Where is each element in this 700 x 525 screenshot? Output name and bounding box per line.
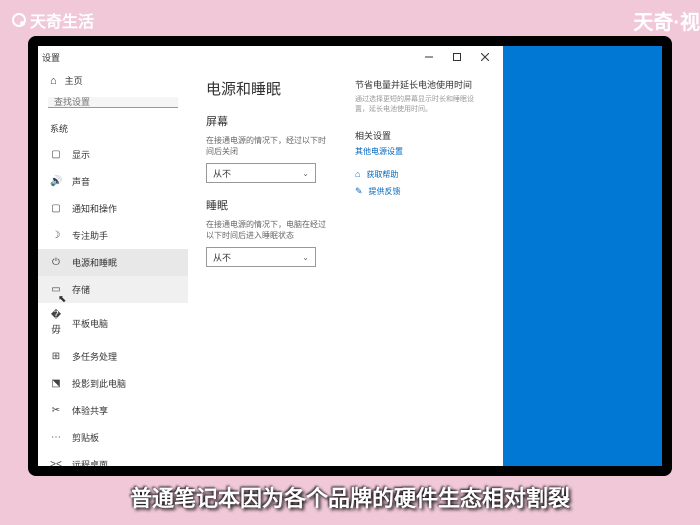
nav-label: 投影到此电脑 xyxy=(72,377,126,390)
side-panel: 节省电量并延长电池使用时间 通过选择更短的屏幕显示时长和睡眠设置，延长电池使用时… xyxy=(355,78,485,456)
nav-icon: ☽ xyxy=(50,230,62,241)
nav-label: 专注助手 xyxy=(72,229,108,242)
nav-label: 声音 xyxy=(72,175,90,188)
nav-label: 体验共享 xyxy=(72,404,108,417)
nav-label: 电源和睡眠 xyxy=(72,256,117,269)
nav-icon: ✂ xyxy=(50,405,62,416)
sidebar-item-9[interactable]: ✂ 体验共享 xyxy=(38,397,188,424)
sidebar-item-4[interactable]: ⏻ 电源和睡眠 xyxy=(38,249,188,276)
home-label: 主页 xyxy=(65,74,83,87)
watermark-right: 天奇·视 xyxy=(633,6,700,35)
sleep-heading: 睡眠 xyxy=(206,197,331,213)
chevron-down-icon: ⌄ xyxy=(302,169,309,178)
chevron-down-icon: ⌄ xyxy=(302,253,309,262)
category-label: 系统 xyxy=(38,116,188,141)
window-controls xyxy=(415,46,499,68)
related-link[interactable]: 其他电源设置 xyxy=(355,146,485,157)
content-area: 电源和睡眠 屏幕 在接通电源的情况下，经过以下时间后关闭 从不 ⌄ 睡眠 在接通电… xyxy=(188,68,503,466)
nav-label: 通知和操作 xyxy=(72,202,117,215)
related-heading: 相关设置 xyxy=(355,129,485,142)
sidebar-item-5[interactable]: ▭存储⬉ xyxy=(38,276,188,303)
nav-icon: ▢ xyxy=(50,203,62,214)
sidebar-item-2[interactable]: ▢ 通知和操作 xyxy=(38,195,188,222)
maximize-button[interactable] xyxy=(443,46,471,68)
sidebar-item-3[interactable]: ☽ 专注助手 xyxy=(38,222,188,249)
screen-heading: 屏幕 xyxy=(206,113,331,129)
sidebar-item-1[interactable]: 🔊 声音 xyxy=(38,168,188,195)
search-input[interactable] xyxy=(48,97,178,108)
sidebar-item-8[interactable]: ⬔ 投影到此电脑 xyxy=(38,370,188,397)
watermark-left: 天奇生活 xyxy=(12,8,94,32)
sidebar-item-11[interactable]: >< 远程桌面 xyxy=(38,451,188,466)
tips-desc: 通过选择更短的屏幕显示时长和睡眠设置，延长电池使用时间。 xyxy=(355,95,485,115)
nav-icon: ▭ xyxy=(50,284,62,295)
window-title: 设置 xyxy=(42,51,60,64)
sidebar-item-7[interactable]: ⊞ 多任务处理 xyxy=(38,343,188,370)
sidebar: ⌂主页 系统 ▢显示🔊声音▢通知和操作☽专注助手⏻电源和睡眠▭存储⬉�毋平板电脑… xyxy=(38,68,188,466)
sidebar-item-10[interactable]: ⋯ 剪贴板 xyxy=(38,424,188,451)
sleep-desc: 在接通电源的情况下，电脑在经过以下时间后进入睡眠状态 xyxy=(206,219,331,241)
tips-title: 节省电量并延长电池使用时间 xyxy=(355,78,485,91)
nav-icon: ⬔ xyxy=(50,378,62,389)
nav-label: 显示 xyxy=(72,148,90,161)
help-icon: ⌂ xyxy=(355,169,360,179)
screen-timeout-value: 从不 xyxy=(213,167,231,180)
nav-label: 剪贴板 xyxy=(72,431,99,444)
sleep-timeout-select[interactable]: 从不 ⌄ xyxy=(206,247,316,267)
nav-label: 存储 xyxy=(72,283,90,296)
sidebar-item-0[interactable]: ▢ 显示 xyxy=(38,141,188,168)
help-label: 获取帮助 xyxy=(366,169,398,180)
nav-icon: ▢ xyxy=(50,149,62,160)
desktop: 设置 ⌂主页 系统 ▢显示🔊声音▢通知和操作☽专注助手⏻电源和睡眠▭存储⬉�毋平… xyxy=(38,46,662,466)
help-icon: ✎ xyxy=(355,186,363,197)
nav-label: 远程桌面 xyxy=(72,458,108,466)
home-icon: ⌂ xyxy=(50,75,57,87)
close-button[interactable] xyxy=(471,46,499,68)
help-link-0[interactable]: ⌂ 获取帮助 xyxy=(355,169,485,180)
sleep-timeout-value: 从不 xyxy=(213,251,231,264)
nav-label: 多任务处理 xyxy=(72,350,117,363)
screen-desc: 在接通电源的情况下，经过以下时间后关闭 xyxy=(206,135,331,157)
nav-icon: 🔊 xyxy=(50,176,62,187)
nav-icon: �毋 xyxy=(50,310,62,336)
nav-icon: >< xyxy=(50,459,62,466)
sidebar-item-6[interactable]: �毋平板电脑 xyxy=(38,303,188,343)
titlebar: 设置 xyxy=(38,46,503,68)
logo-icon xyxy=(12,13,26,27)
page-title: 电源和睡眠 xyxy=(206,78,331,99)
minimize-button[interactable] xyxy=(415,46,443,68)
monitor-frame: 设置 ⌂主页 系统 ▢显示🔊声音▢通知和操作☽专注助手⏻电源和睡眠▭存储⬉�毋平… xyxy=(28,36,672,476)
home-link[interactable]: ⌂ 主页 xyxy=(38,68,188,93)
nav-icon: ⊞ xyxy=(50,351,62,362)
help-label: 提供反馈 xyxy=(369,186,401,197)
nav-label: 平板电脑 xyxy=(72,317,108,330)
help-link-1[interactable]: ✎ 提供反馈 xyxy=(355,186,485,197)
screen-timeout-select[interactable]: 从不 ⌄ xyxy=(206,163,316,183)
video-subtitle: 普通笔记本因为各个品牌的硬件生态相对割裂 xyxy=(0,481,700,513)
nav-icon: ⋯ xyxy=(50,432,62,443)
settings-window: 设置 ⌂主页 系统 ▢显示🔊声音▢通知和操作☽专注助手⏻电源和睡眠▭存储⬉�毋平… xyxy=(38,46,503,466)
nav-icon: ⏻ xyxy=(50,257,62,268)
